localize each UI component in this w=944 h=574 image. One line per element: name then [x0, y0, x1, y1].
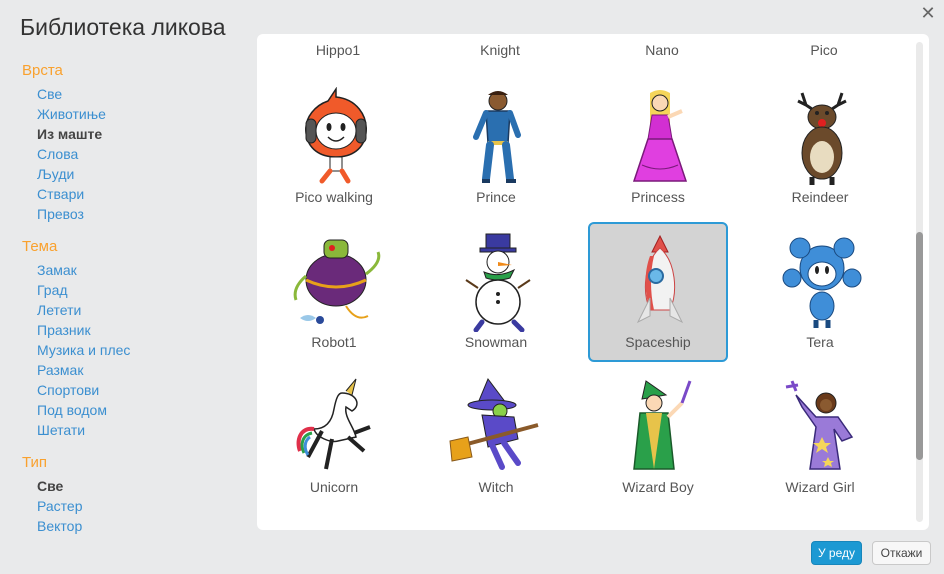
theme-castle[interactable]: Замак [22, 260, 242, 280]
sprite-tile-robot1[interactable]: Robot1 [264, 222, 404, 362]
sprite-tile-prince[interactable]: Prince [426, 77, 566, 217]
sprite-label: Pico walking [295, 189, 373, 205]
sprite-name-pico[interactable]: Pico [743, 42, 905, 58]
category-animals[interactable]: Животиње [22, 104, 242, 124]
sprite-name-nano[interactable]: Nano [581, 42, 743, 58]
theme-flying[interactable]: Летети [22, 300, 242, 320]
category-things[interactable]: Ствари [22, 184, 242, 204]
type-all[interactable]: Све [22, 476, 242, 496]
theme-music-dance[interactable]: Музика и плес [22, 340, 242, 360]
previous-row-names: Hippo1 Knight Nano Pico [257, 42, 905, 60]
reindeer-icon [797, 92, 847, 185]
sprite-tile-tera[interactable]: Tera [750, 222, 890, 362]
sprite-label: Prince [476, 189, 516, 205]
sprite-tile-unicorn[interactable]: Unicorn [264, 367, 404, 507]
type-bitmap[interactable]: Растер [22, 496, 242, 516]
sprite-tile-wizard-girl[interactable]: Wizard Girl [750, 367, 890, 507]
pico-walking-icon [305, 87, 367, 184]
sprite-tile-witch[interactable]: Witch [426, 367, 566, 507]
type-vector[interactable]: Вектор [22, 516, 242, 536]
sprite-label: Wizard Boy [622, 479, 694, 495]
spaceship-icon [636, 234, 684, 324]
witch-icon [449, 378, 539, 470]
category-all[interactable]: Све [22, 84, 242, 104]
category-letters[interactable]: Слова [22, 144, 242, 164]
group-heading-type: Тип [22, 454, 48, 471]
sprite-name-knight[interactable]: Knight [419, 42, 581, 58]
group-kind: Врста Све Животиње Из маште Слова Људи С… [22, 62, 242, 224]
category-sidebar: Врста Све Животиње Из маште Слова Људи С… [22, 62, 242, 550]
theme-sports[interactable]: Спортови [22, 380, 242, 400]
category-transportation[interactable]: Превоз [22, 204, 242, 224]
sprite-tile-reindeer[interactable]: Reindeer [750, 77, 890, 217]
cancel-button[interactable]: Откажи [872, 541, 931, 565]
group-heading-kind: Врста [22, 62, 63, 79]
theme-holiday[interactable]: Празник [22, 320, 242, 340]
category-fantasy[interactable]: Из маште [22, 124, 242, 144]
ok-button[interactable]: У реду [811, 541, 862, 565]
group-theme: Тема Замак Град Летети Празник Музика и … [22, 238, 242, 440]
theme-underwater[interactable]: Под водом [22, 400, 242, 420]
scrollbar-thumb[interactable] [916, 232, 923, 460]
wizard-girl-icon [785, 380, 854, 470]
sprite-label: Wizard Girl [785, 479, 855, 495]
wizard-boy-icon [633, 380, 692, 470]
sprite-label: Robot1 [311, 334, 357, 350]
sprite-tile-snowman[interactable]: Snowman [426, 222, 566, 362]
sprite-label: Princess [631, 189, 685, 205]
dialog-title: Библиотека ликова [20, 14, 226, 40]
snowman-icon [465, 233, 531, 332]
theme-city[interactable]: Град [22, 280, 242, 300]
sprite-label: Reindeer [791, 189, 849, 205]
sprite-tile-spaceship[interactable]: Spaceship [588, 222, 728, 362]
group-heading-theme: Тема [22, 238, 58, 255]
sprite-tile-princess[interactable]: Princess [588, 77, 728, 217]
sprite-label: Unicorn [309, 479, 359, 495]
tera-icon [782, 237, 862, 328]
sprite-tile-wizard-boy[interactable]: Wizard Boy [588, 367, 728, 507]
prince-icon [473, 91, 521, 183]
library-scrollbar[interactable] [916, 42, 923, 522]
theme-space[interactable]: Размак [22, 360, 242, 380]
sprite-label: Spaceship [625, 334, 691, 350]
sprite-tile-pico-walking[interactable]: Pico walking [264, 77, 404, 217]
unicorn-icon [296, 378, 371, 470]
sprite-label: Witch [478, 479, 514, 495]
robot-icon [293, 239, 381, 324]
sprite-library-panel: Hippo1 Knight Nano Pico Pico walking Pri… [257, 34, 929, 530]
group-type: Тип Све Растер Вектор [22, 454, 242, 536]
sprite-label: Tera [806, 334, 834, 350]
sprite-label: Snowman [464, 334, 528, 350]
princess-icon [632, 90, 688, 182]
close-icon[interactable]: ✕ [920, 4, 936, 22]
theme-walking[interactable]: Шетати [22, 420, 242, 440]
sprite-name-hippo1[interactable]: Hippo1 [257, 42, 419, 58]
category-people[interactable]: Људи [22, 164, 242, 184]
